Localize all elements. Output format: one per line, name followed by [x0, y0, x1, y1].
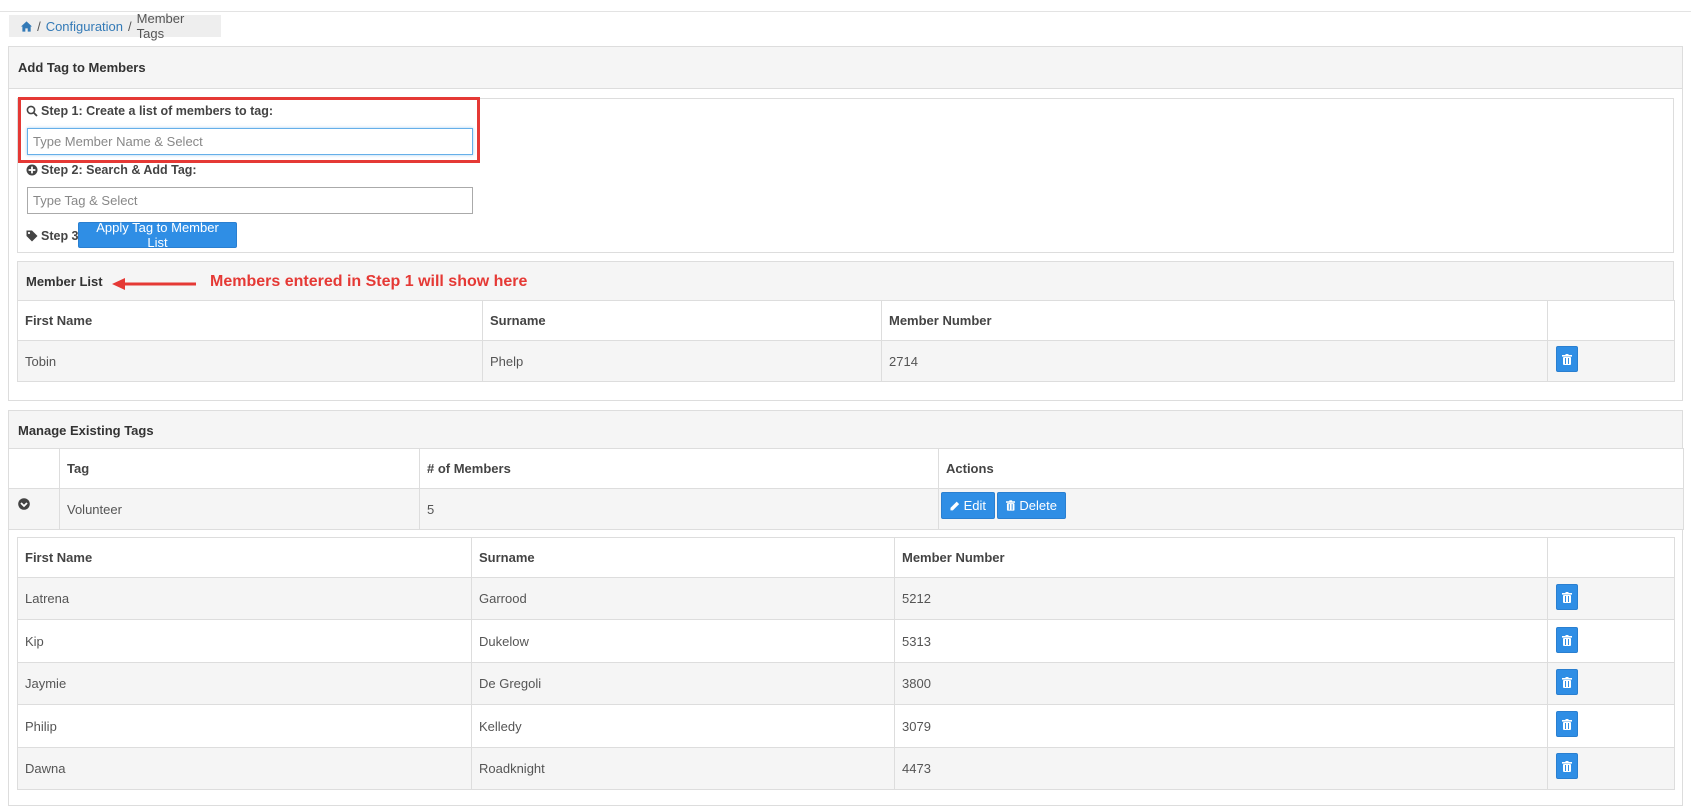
delete-member-button[interactable] [1556, 627, 1578, 653]
first-name-cell: Philip [17, 704, 472, 748]
column-header [8, 448, 60, 489]
edit-tag-label: Edit [963, 498, 986, 513]
delete-member-button[interactable] [1556, 753, 1578, 779]
annotation-text: Members entered in Step 1 will show here [210, 273, 528, 290]
surname-cell: Roadknight [471, 747, 895, 790]
surname-cell: Kelledy [471, 704, 895, 748]
column-header [1547, 300, 1675, 341]
breadcrumb-separator: / [128, 18, 132, 34]
manage-tags-panel-title: Manage Existing Tags [9, 411, 1682, 449]
column-header: Tag [59, 448, 420, 489]
table-row: Tobin Phelp 2714 [17, 340, 1675, 382]
tag-search-input[interactable] [27, 187, 473, 214]
member-list-table: First Name Surname Member Number Tobin P… [17, 300, 1675, 382]
step1-highlight-box [18, 97, 480, 163]
edit-tag-button[interactable]: Edit [941, 492, 995, 519]
member-number-cell: 3800 [894, 662, 1548, 705]
column-header: First Name [17, 300, 483, 341]
apply-tag-button[interactable]: Apply Tag to Member List [78, 220, 237, 250]
trash-icon [1006, 500, 1016, 511]
table-row: Philip Kelledy 3079 [17, 704, 1675, 748]
plus-circle-icon [26, 164, 38, 176]
member-list-header-row: First Name Surname Member Number [17, 300, 1675, 341]
column-header: Surname [471, 537, 895, 578]
surname-cell: De Gregoli [471, 662, 895, 705]
pencil-icon [950, 501, 960, 510]
column-header: Actions [938, 448, 1684, 489]
tags-table: Tag # of Members Actions Volunteer 5 [8, 448, 1684, 530]
breadcrumb: / Configuration / Member Tags [9, 11, 221, 41]
delete-tag-label: Delete [1019, 498, 1057, 513]
member-number-cell: 5212 [894, 577, 1548, 620]
tag-icon [26, 230, 38, 242]
member-number-cell: 3079 [894, 704, 1548, 748]
step3-text: Step 3: [41, 229, 83, 243]
surname-cell: Dukelow [471, 619, 895, 663]
table-row: Jaymie De Gregoli 3800 [17, 662, 1675, 705]
member-number-cell: 4473 [894, 747, 1548, 790]
expand-cell [8, 488, 60, 530]
step3-label: Step 3: [26, 229, 83, 243]
first-name-cell: Latrena [17, 577, 472, 620]
table-row: Dawna Roadknight 4473 [17, 747, 1675, 790]
member-number-cell: 2714 [881, 340, 1548, 382]
chevron-down-circle-icon[interactable] [18, 498, 30, 510]
trash-icon [1562, 353, 1572, 365]
column-header: First Name [17, 537, 472, 578]
trash-icon [1562, 718, 1572, 730]
member-number-cell: 5313 [894, 619, 1548, 663]
member-count-cell: 5 [419, 488, 939, 530]
first-name-cell: Dawna [17, 747, 472, 790]
delete-member-button[interactable] [1556, 669, 1578, 695]
first-name-cell: Jaymie [17, 662, 472, 705]
breadcrumb-separator: / [37, 18, 41, 34]
delete-member-button[interactable] [1556, 584, 1578, 610]
surname-cell: Garrood [471, 577, 895, 620]
delete-member-button[interactable] [1556, 711, 1578, 737]
trash-icon [1562, 760, 1572, 772]
delete-tag-button[interactable]: Delete [997, 492, 1066, 519]
first-name-cell: Tobin [17, 340, 483, 382]
member-list-title: Member List [26, 274, 103, 289]
top-divider [0, 11, 1691, 12]
trash-icon [1562, 634, 1572, 646]
step2-label: Step 2: Search & Add Tag: [26, 163, 197, 177]
home-icon[interactable] [21, 20, 33, 32]
breadcrumb-current: Member Tags [136, 11, 185, 41]
tag-members-table: First Name Surname Member Number Latrena… [17, 537, 1675, 790]
add-tag-panel-title: Add Tag to Members [9, 47, 1682, 89]
tags-header-row: Tag # of Members Actions [8, 448, 1684, 489]
tag-name-cell: Volunteer [59, 488, 420, 530]
table-row: Kip Dukelow 5313 [17, 619, 1675, 663]
trash-icon [1562, 676, 1572, 688]
tag-row: Volunteer 5 [8, 488, 1684, 530]
trash-icon [1562, 591, 1572, 603]
column-header: Member Number [881, 300, 1548, 341]
column-header: Member Number [894, 537, 1548, 578]
column-header: Surname [482, 300, 882, 341]
breadcrumb-configuration-link[interactable]: Configuration [46, 19, 123, 34]
column-header [1547, 537, 1675, 578]
column-header: # of Members [419, 448, 939, 489]
annotation-arrow [112, 278, 196, 290]
delete-member-button[interactable] [1556, 346, 1578, 372]
tag-members-header-row: First Name Surname Member Number [17, 537, 1675, 578]
step2-text: Step 2: Search & Add Tag: [41, 163, 197, 177]
table-row: Latrena Garrood 5212 [17, 577, 1675, 620]
first-name-cell: Kip [17, 619, 472, 663]
surname-cell: Phelp [482, 340, 882, 382]
